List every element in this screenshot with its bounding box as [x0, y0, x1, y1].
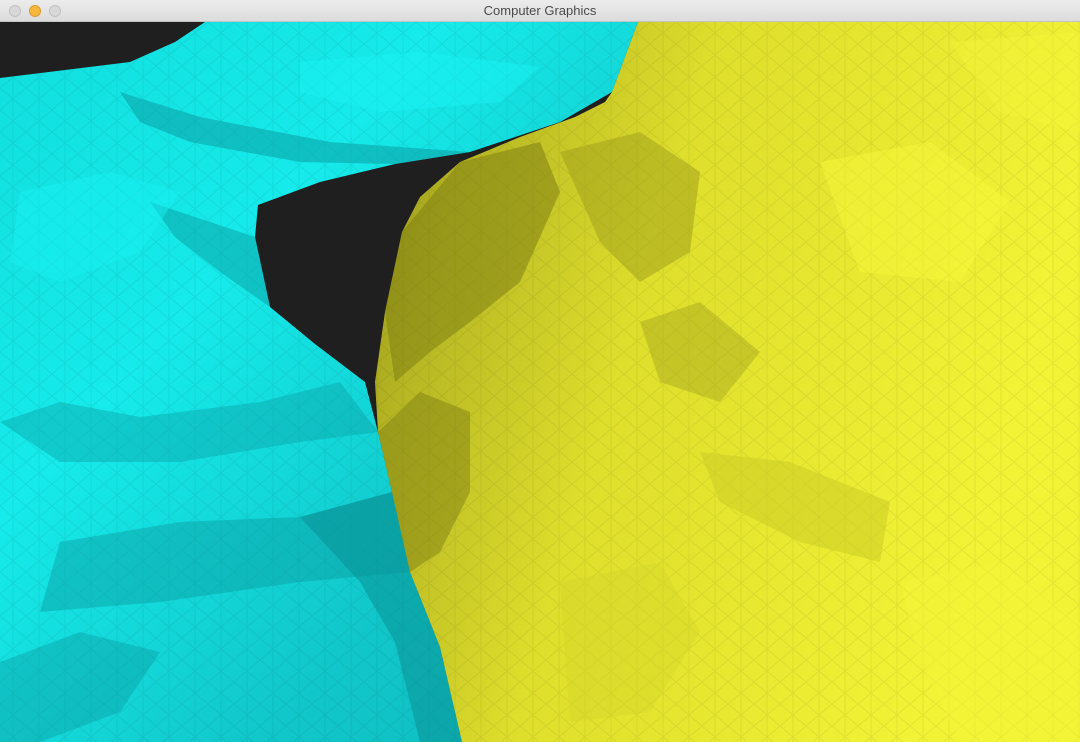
3d-scene [0, 22, 1080, 742]
window-title: Computer Graphics [483, 3, 597, 18]
render-viewport[interactable] [0, 22, 1080, 742]
title-bar[interactable]: Computer Graphics [0, 0, 1080, 22]
application-window: Computer Graphics [0, 0, 1080, 742]
